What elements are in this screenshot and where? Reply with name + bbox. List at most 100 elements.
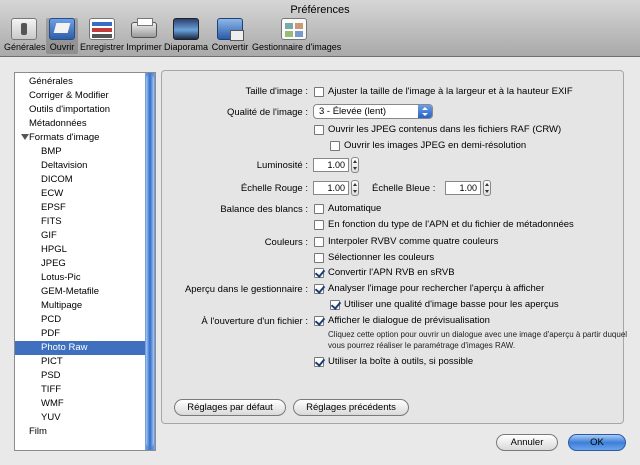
sidebar-item-gem-metafile[interactable]: GEM-Metafile: [41, 285, 99, 299]
balance-label: Balance des blancs :: [220, 204, 308, 215]
preview-dialog-checkbox[interactable]: [314, 316, 324, 326]
toolbar-label: Gestionnaire d'images: [252, 42, 342, 52]
sidebar-item-outils[interactable]: Outils d'importation: [29, 103, 110, 117]
rgbg-text: Interpoler RVBV comme quatre couleurs: [328, 236, 499, 247]
ok-button[interactable]: OK: [568, 434, 626, 451]
brightness-stepper[interactable]: [351, 157, 359, 173]
half-res-text: Ouvrir les images JPEG en demi-résolutio…: [344, 140, 527, 151]
auto-wb-text: Automatique: [328, 203, 382, 214]
sidebar-item-corriger[interactable]: Corriger & Modifier: [29, 89, 109, 103]
slideshow-icon: [173, 18, 199, 40]
blue-scale-stepper[interactable]: [483, 180, 491, 196]
sidebar-item-psd[interactable]: PSD: [41, 369, 61, 383]
toolbar-label: Diaporama: [164, 42, 209, 52]
bleue-label: Échelle Bleue :: [372, 183, 436, 194]
sidebar-item-epsf[interactable]: EPSF: [41, 201, 66, 215]
toolbox-checkbox[interactable]: [314, 357, 324, 367]
sidebar-item-pdf[interactable]: PDF: [41, 327, 60, 341]
toolbar-diaporama[interactable]: Diaporama: [164, 18, 208, 54]
raf-jpeg-checkbox[interactable]: [314, 125, 324, 135]
sidebar-item-deltavision[interactable]: Deltavision: [41, 159, 87, 173]
taille-label: Taille d'image :: [245, 86, 308, 97]
previous-settings-button[interactable]: Réglages précédents: [293, 399, 409, 416]
select-colors-checkbox[interactable]: [314, 253, 324, 263]
sidebar-item-pcd[interactable]: PCD: [41, 313, 61, 327]
sidebar-item-multipage[interactable]: Multipage: [41, 299, 82, 313]
brightness-field[interactable]: 1.00: [313, 158, 349, 172]
srgb-text: Convertir l'APN RVB en sRVB: [328, 267, 455, 278]
sidebar-item-ecw[interactable]: ECW: [41, 187, 63, 201]
rouge-label: Échelle Rouge :: [240, 183, 308, 194]
analyze-preview-text: Analyser l'image pour rechercher l'aperç…: [328, 283, 545, 294]
vertical-scrollbar[interactable]: [145, 73, 155, 450]
switch-icon: [11, 18, 37, 40]
window-toolbar: Préférences Générales Ouvrir Enregistrer…: [0, 0, 640, 57]
preview-dialog-note: Cliquez cette option pour ouvrir un dial…: [328, 330, 628, 350]
auto-wb-checkbox[interactable]: [314, 204, 324, 214]
sidebar-item-label: Formats d'image: [29, 132, 100, 143]
half-res-checkbox[interactable]: [330, 141, 340, 151]
toolbar-label: Ouvrir: [49, 42, 75, 52]
toolbar-label: Convertir: [211, 42, 249, 52]
low-quality-preview-text: Utiliser une qualité d'image basse pour …: [344, 299, 559, 310]
ouverture-label: À l'ouverture d'un fichier :: [201, 316, 308, 327]
toolbar-convertir[interactable]: Convertir: [210, 18, 250, 54]
apercu-label: Aperçu dans le gestionnaire :: [184, 284, 308, 295]
cancel-button[interactable]: Annuler: [496, 434, 558, 451]
sidebar-item-hpgl[interactable]: HPGL: [41, 243, 67, 257]
sidebar-item-wmf[interactable]: WMF: [41, 397, 64, 411]
preview-dialog-text: Afficher le dialogue de prévisualisation: [328, 315, 490, 326]
disclosure-triangle-icon[interactable]: [21, 134, 29, 140]
toolbar-generales[interactable]: Générales: [4, 18, 46, 54]
sidebar-item-metadonnees[interactable]: Métadonnées: [29, 117, 87, 131]
srgb-checkbox[interactable]: [314, 268, 324, 278]
sidebar-item-fits[interactable]: FITS: [41, 215, 62, 229]
blue-scale-field[interactable]: 1.00: [445, 181, 481, 195]
red-scale-stepper[interactable]: [351, 180, 359, 196]
sidebar-item-photo-raw[interactable]: Photo Raw: [15, 341, 146, 355]
toolbox-text: Utiliser la boîte à outils, si possible: [328, 356, 474, 367]
sidebar-item-gif[interactable]: GIF: [41, 229, 57, 243]
sidebar-item-lotus-pic[interactable]: Lotus-Pic: [41, 271, 81, 285]
sidebar-item-dicom[interactable]: DICOM: [41, 173, 73, 187]
window-title: Préférences: [290, 4, 350, 16]
sidebar-item-formats[interactable]: Formats d'image: [15, 131, 146, 145]
sidebar-item-jpeg[interactable]: JPEG: [41, 257, 66, 271]
toolbar-enregistrer[interactable]: Enregistrer: [80, 18, 124, 54]
analyze-preview-checkbox[interactable]: [314, 284, 324, 294]
toolbar-ouvrir[interactable]: Ouvrir: [46, 18, 78, 54]
convert-icon: [217, 18, 244, 41]
category-list[interactable]: Générales Corriger & Modifier Outils d'i…: [14, 72, 156, 451]
quality-select[interactable]: 3 - Élevée (lent): [313, 104, 433, 119]
toolbar-label: Enregistrer: [80, 42, 125, 52]
quality-select-value: 3 - Élevée (lent): [319, 106, 387, 117]
save-formats-icon: [89, 18, 115, 40]
open-folder-icon: [49, 18, 75, 40]
toolbar-label: Générales: [4, 42, 46, 52]
sidebar-item-bmp[interactable]: BMP: [41, 145, 62, 159]
low-quality-preview-checkbox[interactable]: [330, 300, 340, 310]
qualite-label: Qualité de l'image :: [226, 107, 308, 118]
camera-wb-text: En fonction du type de l'APN et du fichi…: [328, 219, 574, 230]
exif-size-checkbox[interactable]: [314, 87, 324, 97]
toolbar-gestionnaire[interactable]: Gestionnaire d'images: [252, 18, 342, 54]
red-scale-field[interactable]: 1.00: [313, 181, 349, 195]
exif-size-text: Ajuster la taille de l'image à la largeu…: [328, 86, 573, 97]
camera-wb-checkbox[interactable]: [314, 220, 324, 230]
sidebar-item-tiff[interactable]: TIFF: [41, 383, 61, 397]
couleurs-label: Couleurs :: [264, 237, 308, 248]
luminosite-label: Luminosité :: [256, 160, 308, 171]
sidebar-item-generales[interactable]: Générales: [29, 75, 73, 89]
toolbar-imprimer[interactable]: Imprimer: [126, 18, 162, 54]
select-colors-text: Sélectionner les couleurs: [328, 252, 435, 263]
sidebar-item-film[interactable]: Film: [29, 425, 47, 439]
sidebar-item-yuv[interactable]: YUV: [41, 411, 61, 425]
toolbar-label: Imprimer: [126, 42, 162, 52]
raf-jpeg-text: Ouvrir les JPEG contenus dans les fichie…: [328, 124, 562, 135]
default-settings-button[interactable]: Réglages par défaut: [174, 399, 286, 416]
rgbg-checkbox[interactable]: [314, 237, 324, 247]
image-browser-icon: [281, 18, 307, 40]
sidebar-item-pict[interactable]: PICT: [41, 355, 63, 369]
scrollbar-thumb[interactable]: [146, 75, 154, 447]
printer-icon: [131, 18, 157, 38]
